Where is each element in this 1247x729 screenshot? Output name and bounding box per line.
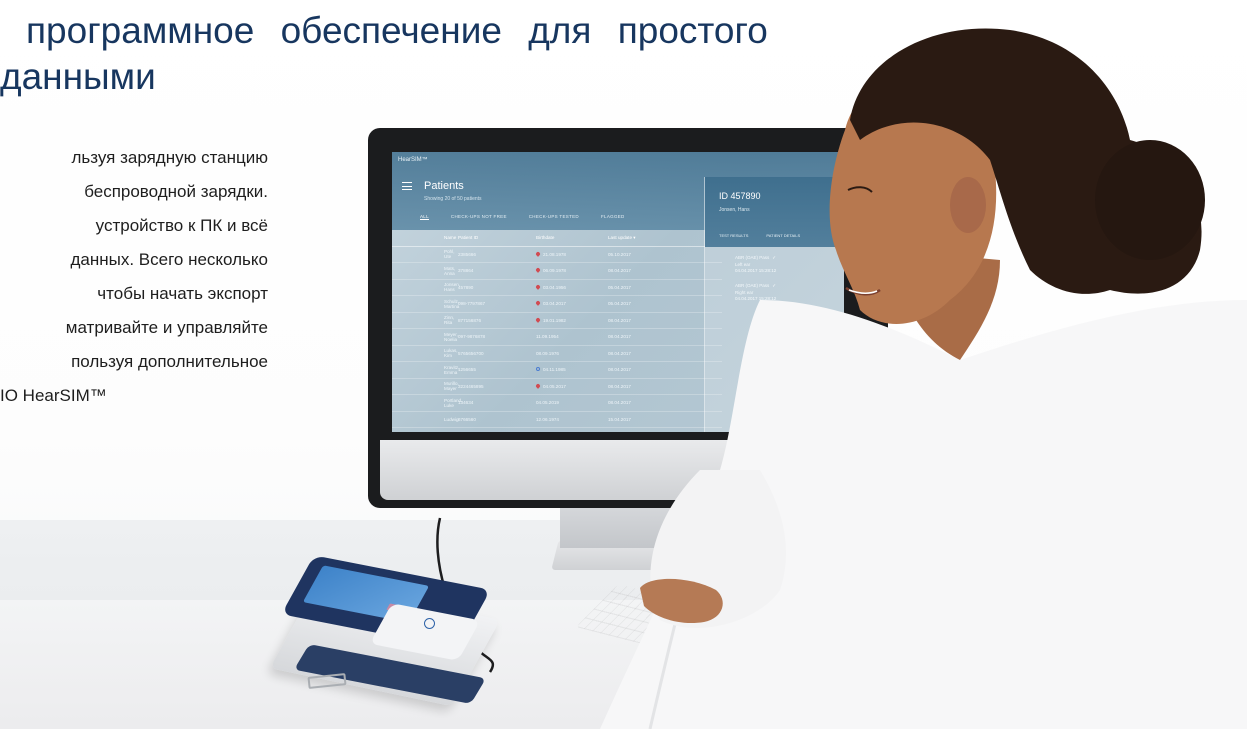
product-page: программное обеспечение для простого дан… [0, 0, 1247, 729]
woman-illustration [600, 28, 1247, 729]
